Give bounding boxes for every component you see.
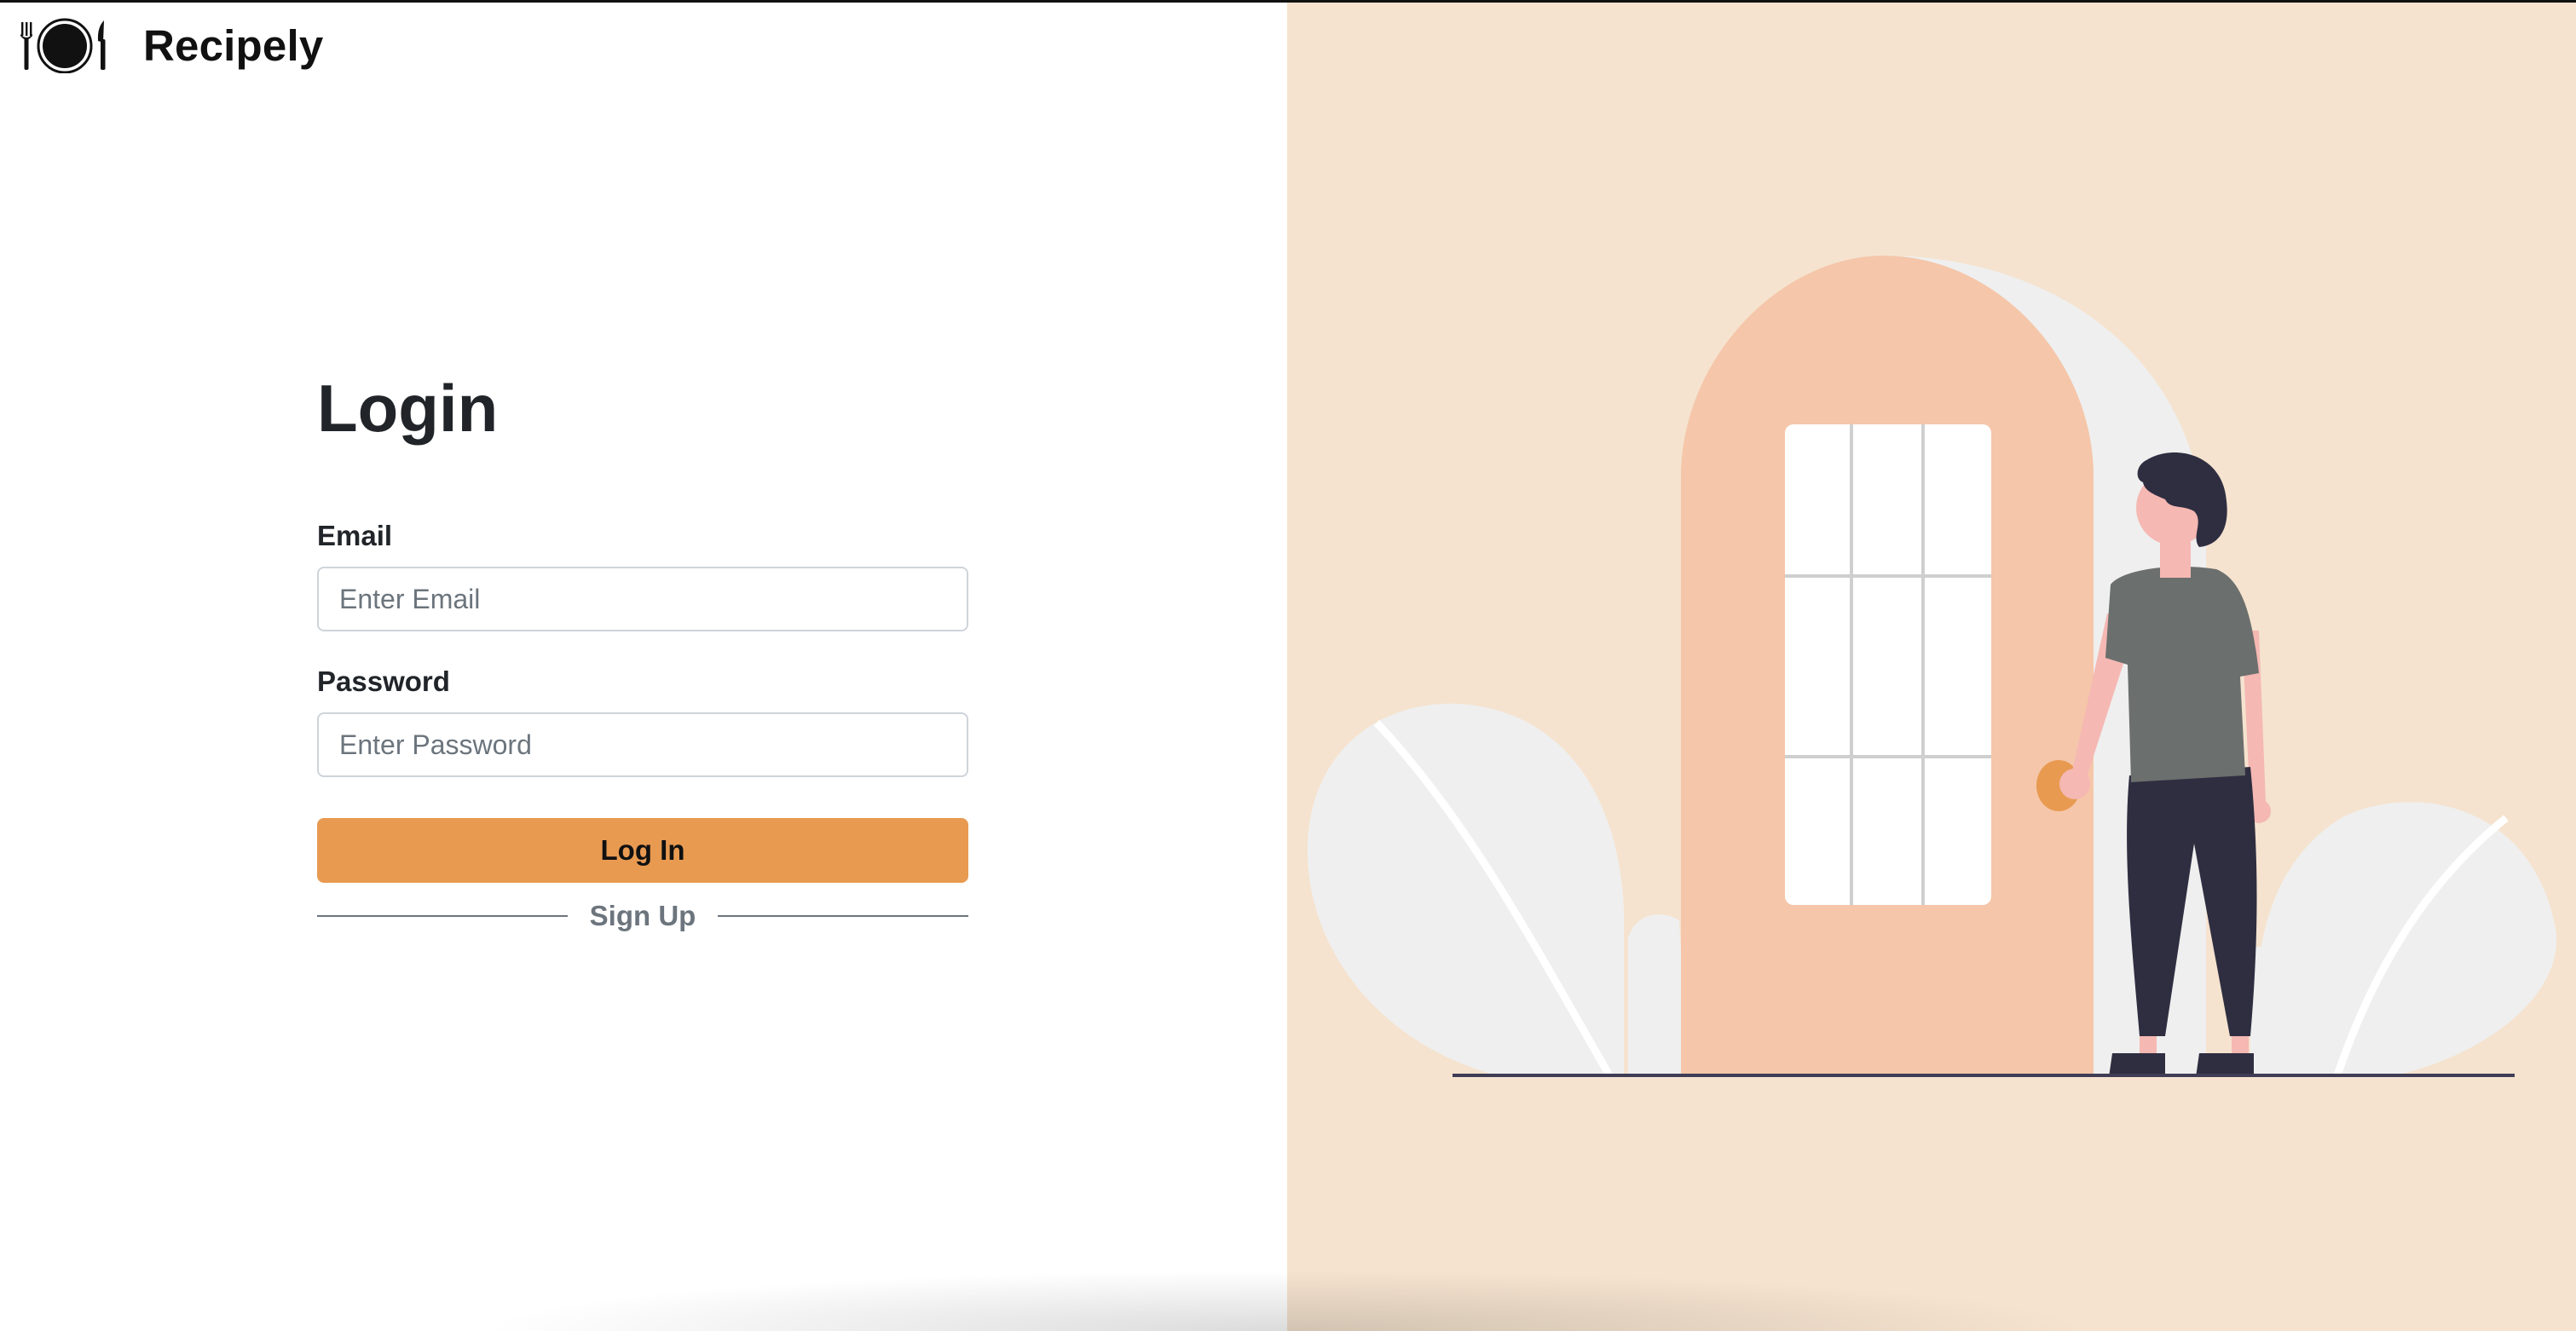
password-label: Password bbox=[317, 666, 450, 697]
signup-link[interactable]: Sign Up bbox=[568, 900, 719, 932]
divider-line-right bbox=[718, 915, 968, 917]
brand-name: Recipely bbox=[143, 20, 324, 70]
window-top-border bbox=[0, 0, 2576, 3]
brand[interactable]: Recipely bbox=[15, 17, 323, 73]
email-label: Email bbox=[317, 520, 393, 551]
door-window bbox=[1785, 424, 1991, 905]
login-form: Login Email Password Log In Sign Up bbox=[317, 375, 968, 932]
left-plant bbox=[1307, 703, 1688, 1078]
login-button[interactable]: Log In bbox=[317, 818, 968, 883]
door-person-illustration bbox=[1307, 256, 2556, 1078]
signup-divider: Sign Up bbox=[317, 900, 968, 932]
right-plant bbox=[2246, 802, 2556, 1077]
login-pane: Recipely Login Email Password Log In Sig… bbox=[0, 0, 1287, 1331]
illustration-pane bbox=[1287, 0, 2576, 1331]
email-field[interactable] bbox=[317, 567, 968, 631]
ground-line bbox=[1453, 1074, 2515, 1077]
password-field[interactable] bbox=[317, 712, 968, 777]
page-title: Login bbox=[317, 371, 499, 446]
plate-fork-knife-icon bbox=[20, 18, 106, 73]
divider-line-left bbox=[317, 915, 568, 917]
